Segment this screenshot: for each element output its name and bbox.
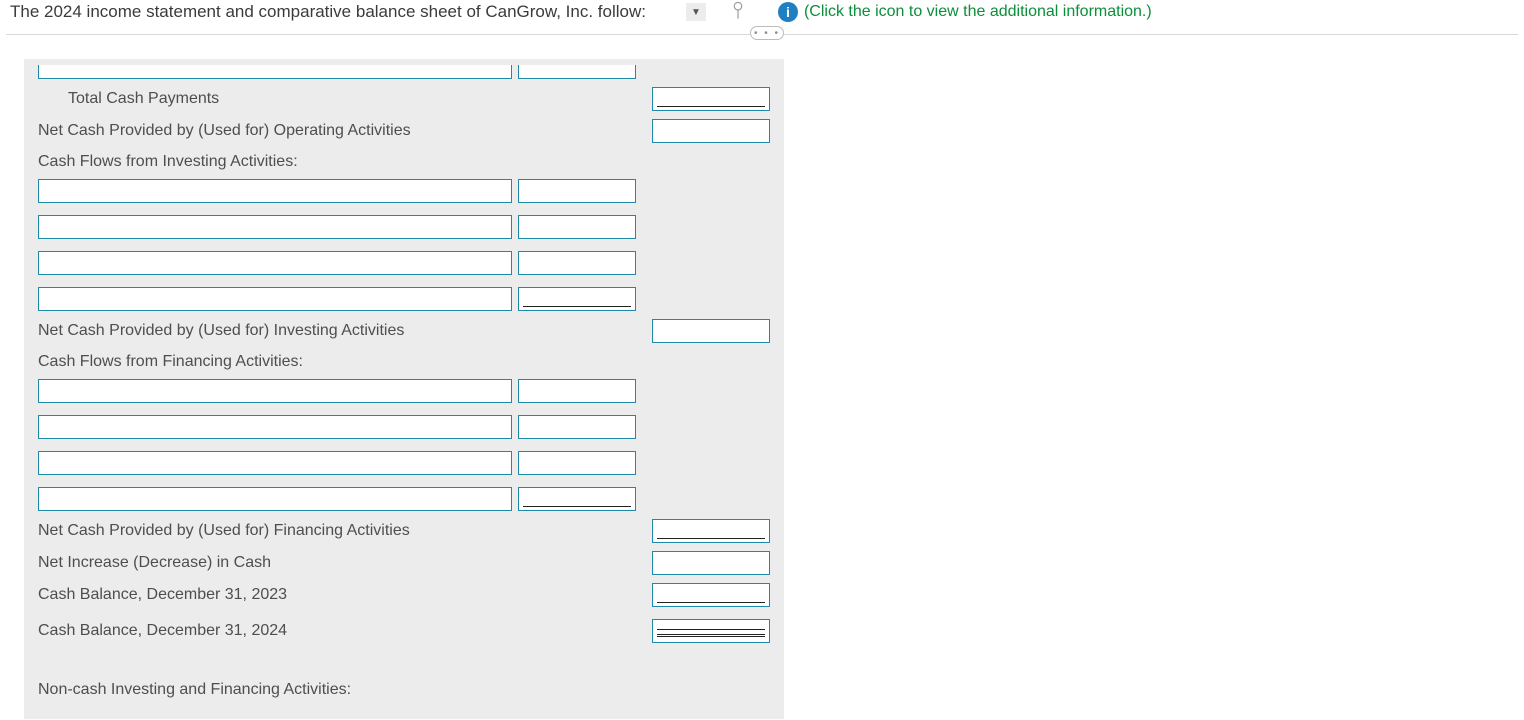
amount-input[interactable] bbox=[652, 87, 770, 111]
amount-input[interactable] bbox=[652, 319, 770, 343]
expand-pill-button[interactable]: • • • bbox=[750, 26, 784, 40]
intro-text: The 2024 income statement and comparativ… bbox=[10, 2, 646, 22]
amount-input[interactable] bbox=[652, 119, 770, 143]
label-noncash: Non-cash Investing and Financing Activit… bbox=[38, 675, 770, 699]
label-net-change: Net Increase (Decrease) in Cash bbox=[38, 554, 518, 572]
line-item-select[interactable] bbox=[38, 287, 512, 311]
amount-input[interactable] bbox=[518, 451, 636, 475]
amount-input[interactable] bbox=[518, 379, 636, 403]
cash-flow-worksheet: Total Cash Payments Net Cash Provided by… bbox=[24, 59, 784, 719]
amount-input[interactable] bbox=[518, 65, 636, 79]
line-item-select[interactable] bbox=[38, 379, 512, 403]
amount-input[interactable] bbox=[652, 619, 770, 643]
additional-info-link[interactable]: i (Click the icon to view the additional… bbox=[778, 2, 1152, 22]
amount-input[interactable] bbox=[652, 519, 770, 543]
intro-dropdown-button[interactable]: ▼ bbox=[686, 3, 706, 21]
info-link-text: (Click the icon to view the additional i… bbox=[804, 3, 1152, 21]
line-item-select[interactable] bbox=[38, 215, 512, 239]
label-total-cash-payments: Total Cash Payments bbox=[38, 90, 518, 108]
amount-input[interactable] bbox=[518, 215, 636, 239]
line-item-select[interactable] bbox=[38, 451, 512, 475]
label-investing-header: Cash Flows from Investing Activities: bbox=[38, 147, 770, 175]
section-divider: • • • bbox=[6, 34, 1518, 35]
label-cash-balance-2023: Cash Balance, December 31, 2023 bbox=[38, 586, 518, 604]
line-item-select[interactable] bbox=[38, 65, 512, 79]
label-net-fin: Net Cash Provided by (Used for) Financin… bbox=[38, 522, 518, 540]
line-item-select[interactable] bbox=[38, 415, 512, 439]
amount-input[interactable] bbox=[652, 551, 770, 575]
label-net-inv: Net Cash Provided by (Used for) Investin… bbox=[38, 322, 518, 340]
pin-icon[interactable] bbox=[730, 2, 746, 22]
line-item-select[interactable] bbox=[38, 179, 512, 203]
partial-row-top bbox=[38, 59, 770, 83]
amount-input[interactable] bbox=[518, 251, 636, 275]
label-net-op: Net Cash Provided by (Used for) Operatin… bbox=[38, 122, 518, 140]
label-financing-header: Cash Flows from Financing Activities: bbox=[38, 347, 770, 375]
amount-input[interactable] bbox=[652, 583, 770, 607]
line-item-select[interactable] bbox=[38, 251, 512, 275]
info-icon: i bbox=[778, 2, 798, 22]
amount-input[interactable] bbox=[518, 287, 636, 311]
amount-input[interactable] bbox=[518, 179, 636, 203]
amount-input[interactable] bbox=[518, 415, 636, 439]
amount-input[interactable] bbox=[518, 487, 636, 511]
line-item-select[interactable] bbox=[38, 487, 512, 511]
label-cash-balance-2024: Cash Balance, December 31, 2024 bbox=[38, 622, 518, 640]
